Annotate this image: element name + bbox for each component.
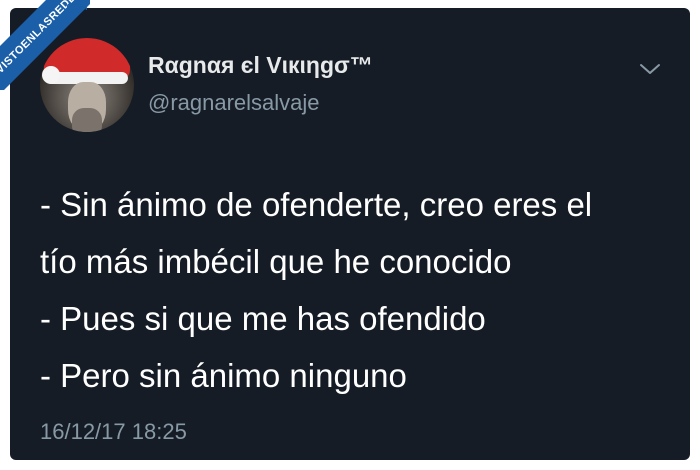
tweet-timestamp[interactable]: 16/12/17 18:25 xyxy=(40,419,187,445)
tweet-line: - Sin ánimo de ofenderte, creo eres el xyxy=(40,186,593,223)
tweet-line: - Pues si que me has ofendido xyxy=(40,300,486,337)
tweet-text: - Sin ánimo de ofenderte, creo eres el t… xyxy=(40,176,680,404)
display-name[interactable]: Rαgnαя єl Vιкιηgσ™ xyxy=(148,52,373,79)
beard-graphic xyxy=(72,108,102,132)
tweet-card: Rαgnαя єl Vιкιηgσ™ @ragnarelsalvaje - Si… xyxy=(10,8,690,460)
site-watermark: VISTOENLASREDES xyxy=(0,0,90,90)
watermark-suffix: .COM xyxy=(64,2,88,12)
user-handle[interactable]: @ragnarelsalvaje xyxy=(148,90,320,116)
watermark-label: VISTOENLASREDES xyxy=(0,0,90,90)
tweet-line: - Pero sin ánimo ninguno xyxy=(40,357,407,394)
tweet-line: tío más imbécil que he conocido xyxy=(40,243,512,280)
chevron-down-icon[interactable] xyxy=(638,60,662,78)
